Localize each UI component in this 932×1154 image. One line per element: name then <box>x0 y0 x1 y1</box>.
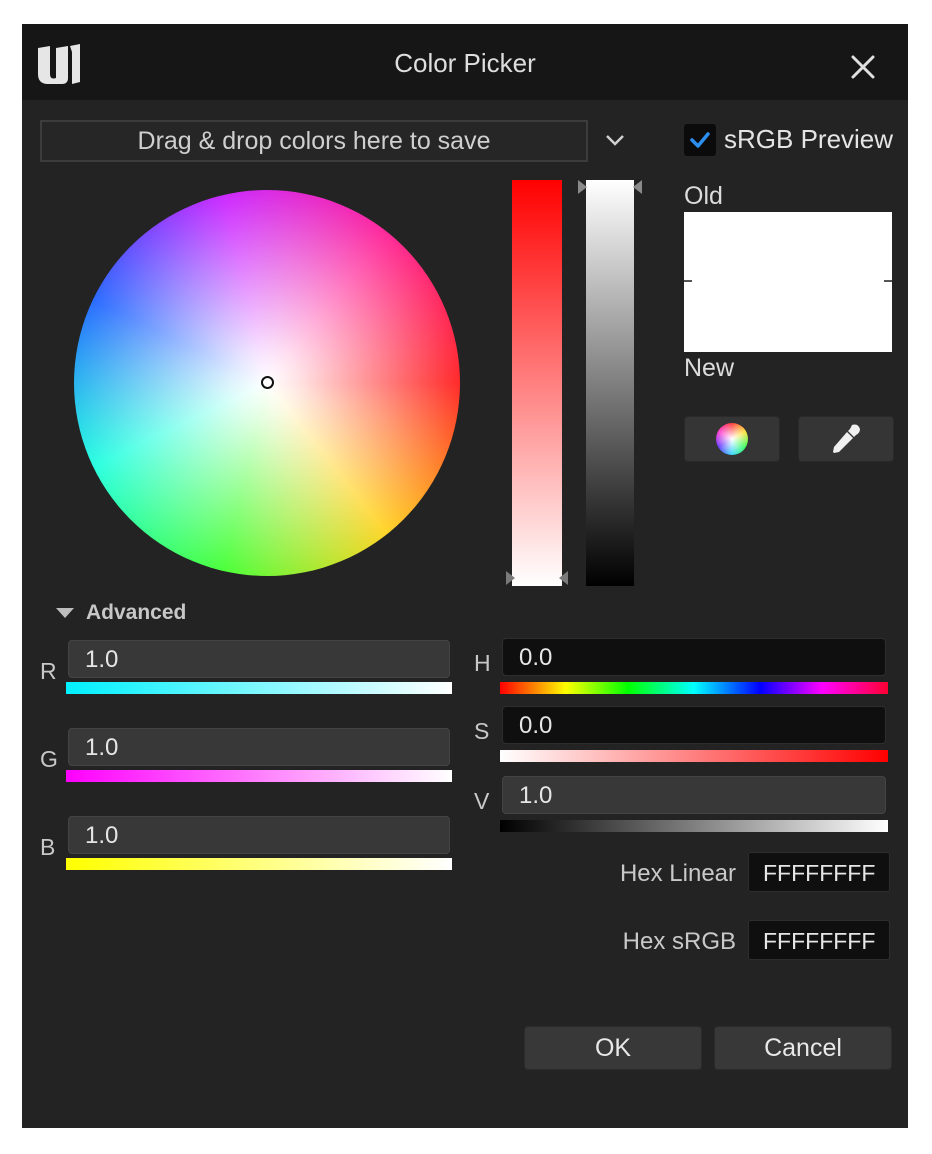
new-color-label: New <box>684 354 735 382</box>
color-preview-swatch <box>684 212 892 352</box>
g-channel-gradient[interactable] <box>66 770 452 782</box>
old-new-divider <box>684 280 692 282</box>
v-channel-gradient[interactable] <box>500 820 888 832</box>
advanced-section-toggle[interactable]: Advanced <box>86 601 186 625</box>
value-slider-handle-right[interactable] <box>633 180 642 194</box>
g-channel-label: G <box>40 746 58 772</box>
close-icon[interactable] <box>848 52 878 82</box>
checkmark-icon <box>690 132 710 148</box>
cancel-button[interactable]: Cancel <box>714 1026 892 1070</box>
old-color-label: Old <box>684 182 723 210</box>
g-channel-input[interactable]: 1.0 <box>68 728 450 766</box>
window-title: Color Picker <box>394 48 536 78</box>
b-channel-label: B <box>40 834 56 860</box>
hex-linear-label: Hex Linear <box>619 860 736 887</box>
hex-srgb-label: Hex sRGB <box>622 928 736 955</box>
color-save-dropzone[interactable]: Drag & drop colors here to save <box>40 120 588 162</box>
value-slider-handle-left[interactable] <box>578 180 587 194</box>
saturation-slider[interactable] <box>512 180 562 586</box>
color-wheel-icon <box>716 423 748 455</box>
s-channel-input[interactable]: 0.0 <box>502 706 886 744</box>
saturation-slider-handle-left[interactable] <box>506 571 515 585</box>
v-channel-input[interactable]: 1.0 <box>502 776 886 814</box>
hex-linear-input[interactable]: FFFFFFFF <box>748 852 890 892</box>
h-channel-input[interactable]: 0.0 <box>502 638 886 676</box>
h-channel-label: H <box>474 650 491 676</box>
chevron-down-icon[interactable] <box>604 132 626 148</box>
srgb-preview-label[interactable]: sRGB Preview <box>724 124 893 155</box>
r-channel-input[interactable]: 1.0 <box>68 640 450 678</box>
r-channel-label: R <box>40 658 57 684</box>
eyedropper-icon <box>833 424 860 453</box>
hex-srgb-input[interactable]: FFFFFFFF <box>748 920 890 960</box>
b-channel-gradient[interactable] <box>66 858 452 870</box>
ok-button[interactable]: OK <box>524 1026 702 1070</box>
value-slider[interactable] <box>586 180 634 586</box>
srgb-preview-checkbox[interactable] <box>684 124 716 156</box>
s-channel-gradient[interactable] <box>500 750 888 762</box>
b-channel-input[interactable]: 1.0 <box>68 816 450 854</box>
r-channel-gradient[interactable] <box>66 682 452 694</box>
v-channel-label: V <box>474 788 490 814</box>
saturation-slider-handle-right[interactable] <box>559 571 568 585</box>
h-channel-gradient[interactable] <box>500 682 888 694</box>
color-picker-window: Color Picker Drag & drop colors here to … <box>22 24 908 1128</box>
s-channel-label: S <box>474 718 490 744</box>
advanced-expand-arrow-icon[interactable] <box>56 608 74 618</box>
old-new-divider-right <box>884 280 892 282</box>
color-wheel-cursor[interactable] <box>261 376 274 389</box>
title-bar: Color Picker <box>22 24 908 100</box>
eyedropper-button[interactable] <box>798 416 894 462</box>
color-wheel-mode-button[interactable] <box>684 416 780 462</box>
